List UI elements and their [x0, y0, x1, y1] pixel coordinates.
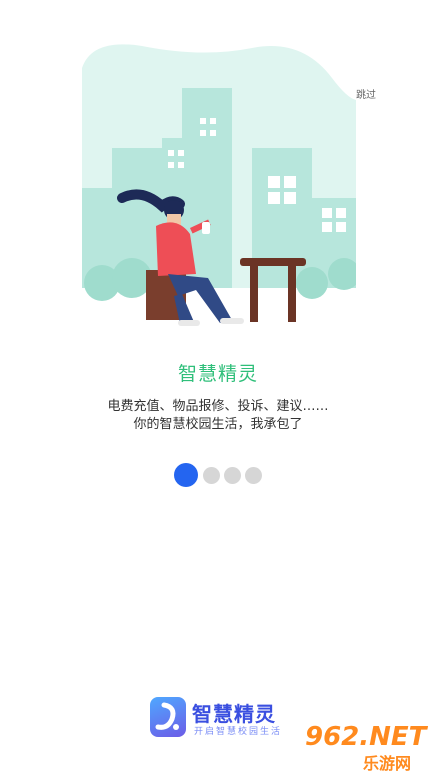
description-line-1: 电费充值、物品报修、投诉、建议…… — [107, 399, 329, 414]
skip-button[interactable]: 跳过 — [356, 86, 376, 101]
app-logo-slogan: 开启智慧校园生活 — [194, 727, 283, 737]
app-logo: 智慧精灵 开启智慧校园生活 — [150, 697, 286, 737]
woman-reading-phone-illustration — [82, 44, 356, 326]
page-dot-3[interactable] — [224, 467, 241, 484]
page-dot-4[interactable] — [245, 467, 262, 484]
page-title: 智慧精灵 — [177, 363, 258, 385]
page-dot-2[interactable] — [203, 467, 220, 484]
app-logo-icon — [150, 697, 186, 737]
app-logo-name: 智慧精灵 — [192, 702, 276, 726]
description-line-2: 你的智慧校园生活，我承包了 — [133, 417, 303, 432]
site-watermark: 962.NET 乐游网 — [305, 722, 431, 774]
watermark-number: 962.NET — [305, 722, 427, 752]
page-dot-1[interactable] — [174, 463, 198, 487]
watermark-text: 乐游网 — [363, 754, 412, 773]
